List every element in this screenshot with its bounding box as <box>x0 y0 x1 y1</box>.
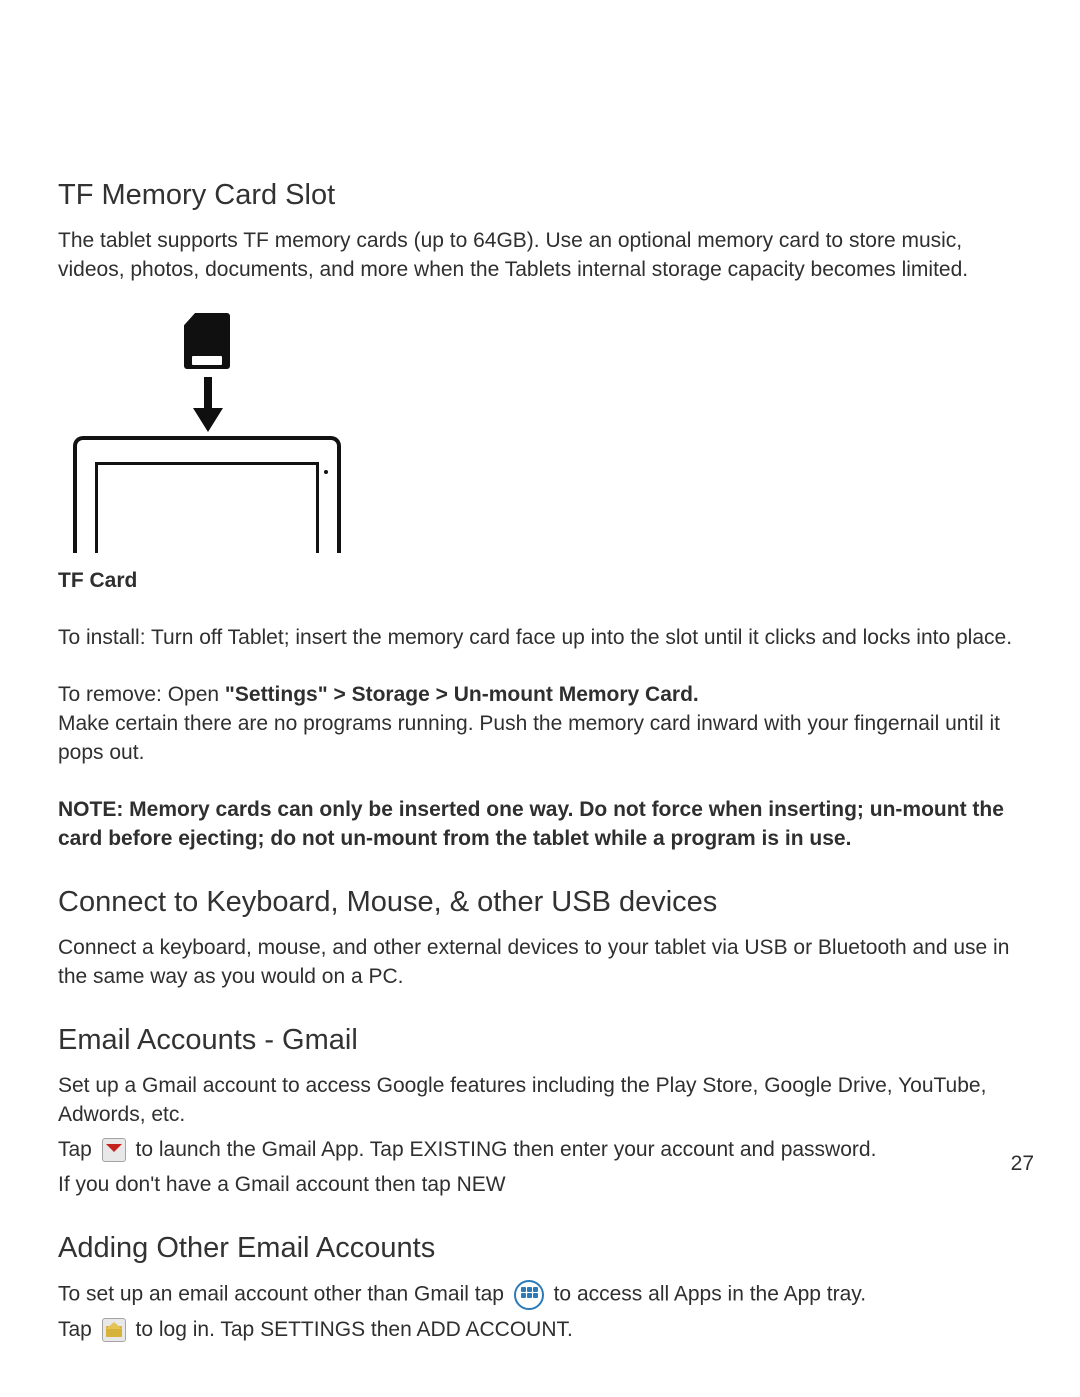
gmail-tap-line: Tap to launch the Gmail App. Tap EXISTIN… <box>58 1136 1022 1165</box>
arrow-down-icon <box>196 377 220 433</box>
text-line1-post: to access all Apps in the App tray. <box>548 1282 866 1305</box>
tf-remove-body: Make certain there are no programs runni… <box>58 712 1000 764</box>
other-email-line2: Tap to log in. Tap SETTINGS then ADD ACC… <box>58 1316 1022 1345</box>
tablet-outline-icon <box>73 436 341 553</box>
page-number: 27 <box>1011 1150 1034 1179</box>
section-gmail: Email Accounts - Gmail Set up a Gmail ac… <box>58 1020 1022 1200</box>
text-line1-pre: To set up an email account other than Gm… <box>58 1282 510 1305</box>
text-tap-post: to launch the Gmail App. Tap EXISTING th… <box>130 1138 877 1161</box>
tf-remove-lead: To remove: Open <box>58 683 225 706</box>
heading-usb: Connect to Keyboard, Mouse, & other USB … <box>58 882 1022 922</box>
text-line2-post: to log in. Tap SETTINGS then ADD ACCOUNT… <box>130 1318 573 1341</box>
heading-tf-slot: TF Memory Card Slot <box>58 175 1022 215</box>
heading-other-email: Adding Other Email Accounts <box>58 1228 1022 1268</box>
tf-install: To install: Turn off Tablet; insert the … <box>58 624 1022 653</box>
section-other-email: Adding Other Email Accounts To set up an… <box>58 1228 1022 1345</box>
heading-gmail: Email Accounts - Gmail <box>58 1020 1022 1060</box>
gmail-icon <box>102 1138 126 1162</box>
text-line2-pre: Tap <box>58 1318 98 1341</box>
tf-remove: To remove: Open "Settings" > Storage > U… <box>58 681 1022 768</box>
tf-intro: The tablet supports TF memory cards (up … <box>58 227 1022 285</box>
tf-note-text: NOTE: Memory cards can only be inserted … <box>58 798 1004 850</box>
email-envelope-icon <box>102 1318 126 1342</box>
document-page: TF Memory Card Slot The tablet supports … <box>0 0 1080 1345</box>
tf-note: NOTE: Memory cards can only be inserted … <box>58 796 1022 854</box>
gmail-no-account: If you don't have a Gmail account then t… <box>58 1171 1022 1200</box>
tf-remove-path: "Settings" > Storage > Un-mount Memory C… <box>225 683 699 706</box>
tf-card-diagram <box>68 313 348 553</box>
text-tap-pre: Tap <box>58 1138 98 1161</box>
usb-body: Connect a keyboard, mouse, and other ext… <box>58 934 1022 992</box>
other-email-line1: To set up an email account other than Gm… <box>58 1280 1022 1310</box>
tf-card-subhead: TF Card <box>58 567 1022 596</box>
apps-grid-icon <box>514 1280 544 1310</box>
sd-card-icon <box>184 313 230 369</box>
gmail-intro: Set up a Gmail account to access Google … <box>58 1072 1022 1130</box>
section-usb: Connect to Keyboard, Mouse, & other USB … <box>58 882 1022 992</box>
